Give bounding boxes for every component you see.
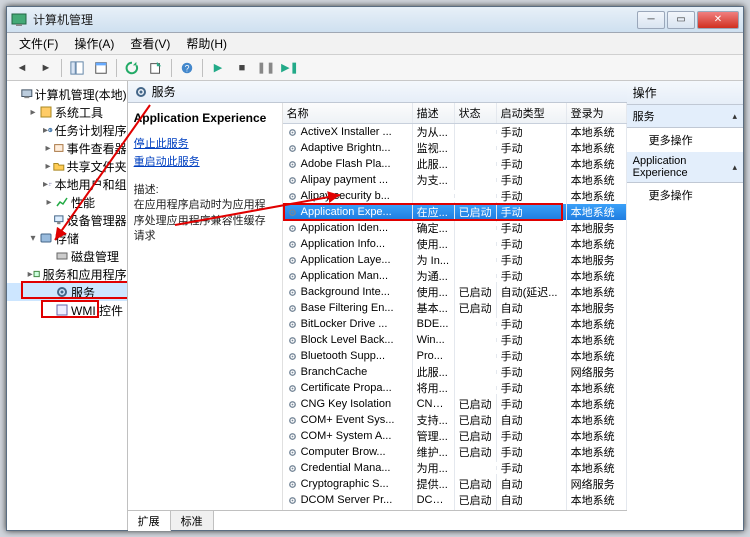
export-button[interactable]: [145, 58, 167, 78]
stop-service-link[interactable]: 停止此服务: [134, 135, 276, 151]
actions-section-selected[interactable]: Application Experience▴: [627, 152, 743, 183]
tree-services-apps[interactable]: ▸服务和应用程序: [7, 265, 127, 283]
show-hide-tree-button[interactable]: [66, 58, 88, 78]
tree-root[interactable]: 计算机管理(本地): [7, 85, 127, 103]
detail-title: Application Experience: [134, 111, 276, 125]
gear-icon: [287, 463, 298, 474]
desc-text: 在应用程序启动时为应用程序处理应用程序兼容性缓存请求: [134, 198, 276, 244]
menu-help[interactable]: 帮助(H): [178, 33, 235, 54]
gear-icon: [287, 335, 298, 346]
gear-icon: [287, 351, 298, 362]
col-logon[interactable]: 登录为: [567, 103, 627, 123]
window-frame: 计算机管理 ─ ▭ ✕ 文件(F) 操作(A) 查看(V) 帮助(H) ◄ ► …: [6, 6, 744, 531]
col-start[interactable]: 启动类型: [497, 103, 567, 123]
tree-storage[interactable]: ▾存储: [7, 229, 127, 247]
actions-more-1[interactable]: 更多操作: [627, 128, 743, 152]
forward-button[interactable]: ►: [35, 58, 57, 78]
gear-icon: [287, 223, 298, 234]
gear-icon: [287, 175, 298, 186]
start-service-button[interactable]: ▶: [207, 58, 229, 78]
separator: [116, 59, 117, 77]
tree-performance[interactable]: ▸性能: [7, 193, 127, 211]
actions-more-2[interactable]: 更多操作: [627, 183, 743, 207]
mid-header: 服务: [128, 81, 627, 103]
service-row[interactable]: Desktop Windo...提供...已启动自动本地系统: [283, 508, 627, 510]
mid-header-label: 服务: [152, 83, 176, 100]
tree-event-viewer[interactable]: ▸事件查看器: [7, 139, 127, 157]
gear-icon: [287, 159, 298, 170]
separator: [61, 59, 62, 77]
menu-view[interactable]: 查看(V): [122, 33, 178, 54]
gear-icon: [287, 127, 298, 138]
view-tabs: 扩展 标准: [128, 510, 627, 530]
actions-pane: 操作 服务▴ 更多操作 Application Experience▴ 更多操作: [627, 81, 743, 530]
gear-icon: [287, 415, 298, 426]
restart-service-button[interactable]: ▶❚: [279, 58, 301, 78]
restart-service-link[interactable]: 重启动此服务: [134, 153, 276, 169]
detail-pane: Application Experience 停止此服务 重启动此服务 描述: …: [128, 103, 283, 510]
stop-service-button[interactable]: ■: [231, 58, 253, 78]
svg-text:?: ?: [185, 63, 190, 73]
tree-device-manager[interactable]: 设备管理器: [7, 211, 127, 229]
separator: [202, 59, 203, 77]
navigation-tree[interactable]: 计算机管理(本地) ▸系统工具 ▸任务计划程序 ▸事件查看器 ▸共享文件夹 ▸本…: [7, 81, 128, 530]
tree-shared-folders[interactable]: ▸共享文件夹: [7, 157, 127, 175]
window-title: 计算机管理: [33, 11, 637, 28]
separator: [171, 59, 172, 77]
desc-label: 描述:: [134, 183, 276, 198]
tree-task-scheduler[interactable]: ▸任务计划程序: [7, 121, 127, 139]
col-name[interactable]: 名称: [283, 103, 413, 123]
tree-disk-management[interactable]: 磁盘管理: [7, 247, 127, 265]
tree-system-tools[interactable]: ▸系统工具: [7, 103, 127, 121]
gear-icon: [287, 191, 298, 202]
minimize-button[interactable]: ─: [637, 11, 665, 29]
menubar: 文件(F) 操作(A) 查看(V) 帮助(H): [7, 33, 743, 55]
actions-section-services[interactable]: 服务▴: [627, 105, 743, 128]
actions-header: 操作: [627, 81, 743, 105]
gear-icon: [287, 479, 298, 490]
tree-services[interactable]: 服务: [7, 283, 127, 301]
tab-standard[interactable]: 标准: [171, 511, 214, 530]
maximize-button[interactable]: ▭: [667, 11, 695, 29]
gear-icon: [287, 431, 298, 442]
gear-icon: [287, 207, 298, 218]
titlebar: 计算机管理 ─ ▭ ✕: [7, 7, 743, 33]
close-button[interactable]: ✕: [697, 11, 739, 29]
gear-icon: [287, 239, 298, 250]
pause-service-button[interactable]: ❚❚: [255, 58, 277, 78]
gear-icon: [287, 399, 298, 410]
tree-wmi-control[interactable]: WMI 控件: [7, 301, 127, 319]
gear-icon: [287, 255, 298, 266]
gear-icon: [287, 447, 298, 458]
app-icon: [11, 12, 27, 28]
gear-icon: [287, 383, 298, 394]
help-button[interactable]: ?: [176, 58, 198, 78]
gear-icon: [287, 143, 298, 154]
gear-icon: [287, 495, 298, 506]
gear-icon: [287, 367, 298, 378]
services-list[interactable]: 名称 描述 状态 启动类型 登录为 ActiveX Installer ...为…: [283, 103, 627, 510]
gear-icon: [287, 271, 298, 282]
list-header: 名称 描述 状态 启动类型 登录为: [283, 103, 627, 124]
properties-button[interactable]: [90, 58, 112, 78]
menu-action[interactable]: 操作(A): [66, 33, 122, 54]
col-status[interactable]: 状态: [455, 103, 497, 123]
tree-local-users[interactable]: ▸本地用户和组: [7, 175, 127, 193]
menu-file[interactable]: 文件(F): [11, 33, 66, 54]
col-desc[interactable]: 描述: [413, 103, 455, 123]
tab-extended[interactable]: 扩展: [128, 511, 171, 531]
refresh-button[interactable]: [121, 58, 143, 78]
toolbar: ◄ ► ? ▶ ■ ❚❚ ▶❚: [7, 55, 743, 81]
gear-icon: [287, 303, 298, 314]
back-button[interactable]: ◄: [11, 58, 33, 78]
gear-icon: [287, 319, 298, 330]
gear-icon: [287, 287, 298, 298]
